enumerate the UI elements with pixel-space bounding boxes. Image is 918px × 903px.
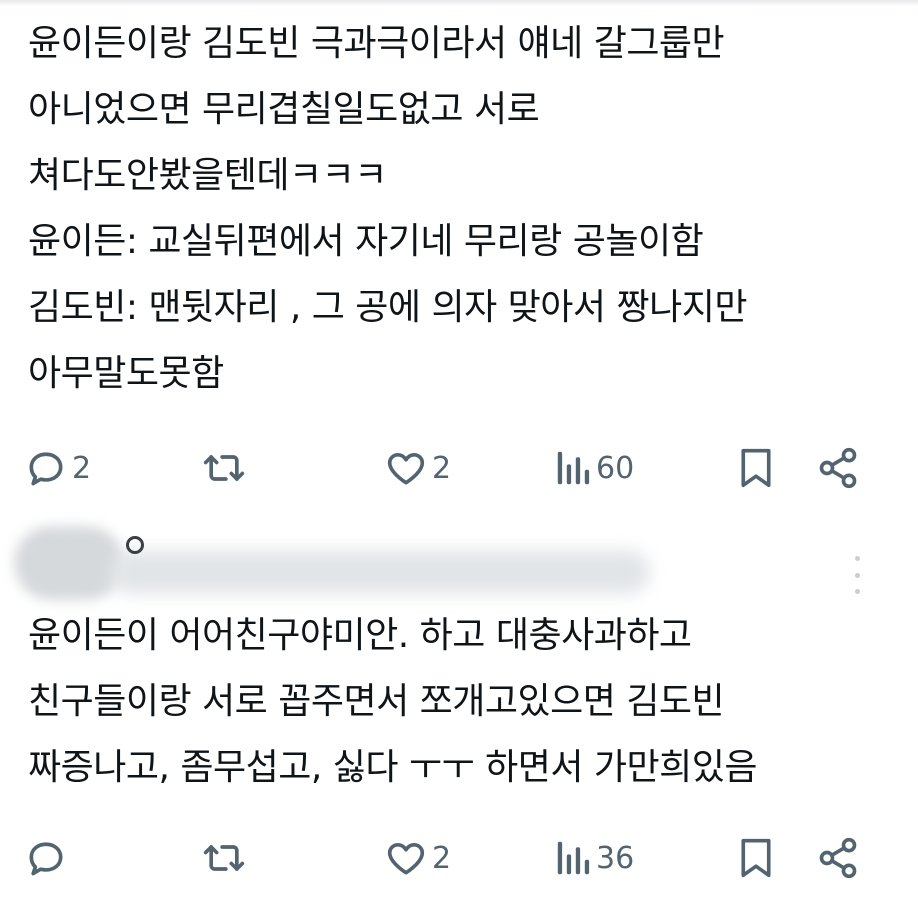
like-button[interactable]: 2 [384, 438, 451, 498]
like-button[interactable]: 2 [384, 828, 451, 888]
post-text-line: 아무말도못함 [28, 353, 224, 394]
bookmark-button[interactable] [736, 828, 776, 888]
post-text-line: 쳐다도안봤을텐데ㅋㅋㅋ [28, 155, 387, 196]
redacted-mark [126, 536, 144, 554]
heart-icon [387, 452, 425, 485]
post-text-line: 윤이든이랑 김도빈 극과극이라서 얘네 갈그룹만 [28, 23, 725, 64]
retweet-icon [203, 455, 245, 481]
post-text-line: 짜증나고, 좀무섭고, 싫다 ㅜㅜ 하면서 가만희있음 [28, 747, 758, 788]
action-bar: 2 36 [0, 828, 918, 888]
views-button[interactable]: 60 [556, 438, 634, 498]
like-count: 2 [432, 840, 452, 876]
views-icon [557, 451, 590, 485]
top-divider [0, 0, 918, 6]
post-text-line: 윤이든이 어어친구야미안. 하고 대충사과하고 [28, 615, 692, 656]
action-bar: 2 2 60 [0, 438, 918, 498]
heart-icon [387, 842, 425, 875]
retweet-icon [203, 845, 245, 871]
post-text-line: 김도빈: 맨뒷자리 , 그 공에 의자 맞아서 짱나지만 [28, 287, 747, 328]
share-button[interactable] [816, 828, 860, 888]
views-button[interactable]: 36 [556, 828, 634, 888]
author-name-redacted [110, 550, 650, 594]
reply-button[interactable]: 2 [24, 438, 91, 498]
views-count: 60 [596, 450, 635, 486]
reply-count: 2 [72, 450, 92, 486]
post-header-redacted [0, 520, 918, 600]
bookmark-icon [741, 838, 771, 878]
like-count: 2 [432, 450, 452, 486]
share-button[interactable] [816, 438, 860, 498]
post-text-line: 아니었으면 무리겹칠일도없고 서로 [28, 89, 540, 130]
bookmark-button[interactable] [736, 438, 776, 498]
bookmark-icon [741, 448, 771, 488]
reply-icon [29, 452, 63, 486]
post-text-line: 윤이든: 교실뒤편에서 자기네 무리랑 공놀이함 [28, 221, 704, 262]
views-count: 36 [596, 840, 635, 876]
avatar [14, 526, 124, 600]
reply-icon [29, 842, 63, 876]
post-text-line: 친구들이랑 서로 꼽주면서 쪼개고있으면 김도빈 [28, 681, 725, 722]
retweet-button[interactable] [200, 828, 252, 888]
views-icon [557, 841, 590, 875]
share-icon [819, 837, 857, 879]
more-icon[interactable] [852, 556, 862, 594]
reply-button[interactable] [24, 828, 72, 888]
share-icon [819, 447, 857, 489]
retweet-button[interactable] [200, 438, 252, 498]
